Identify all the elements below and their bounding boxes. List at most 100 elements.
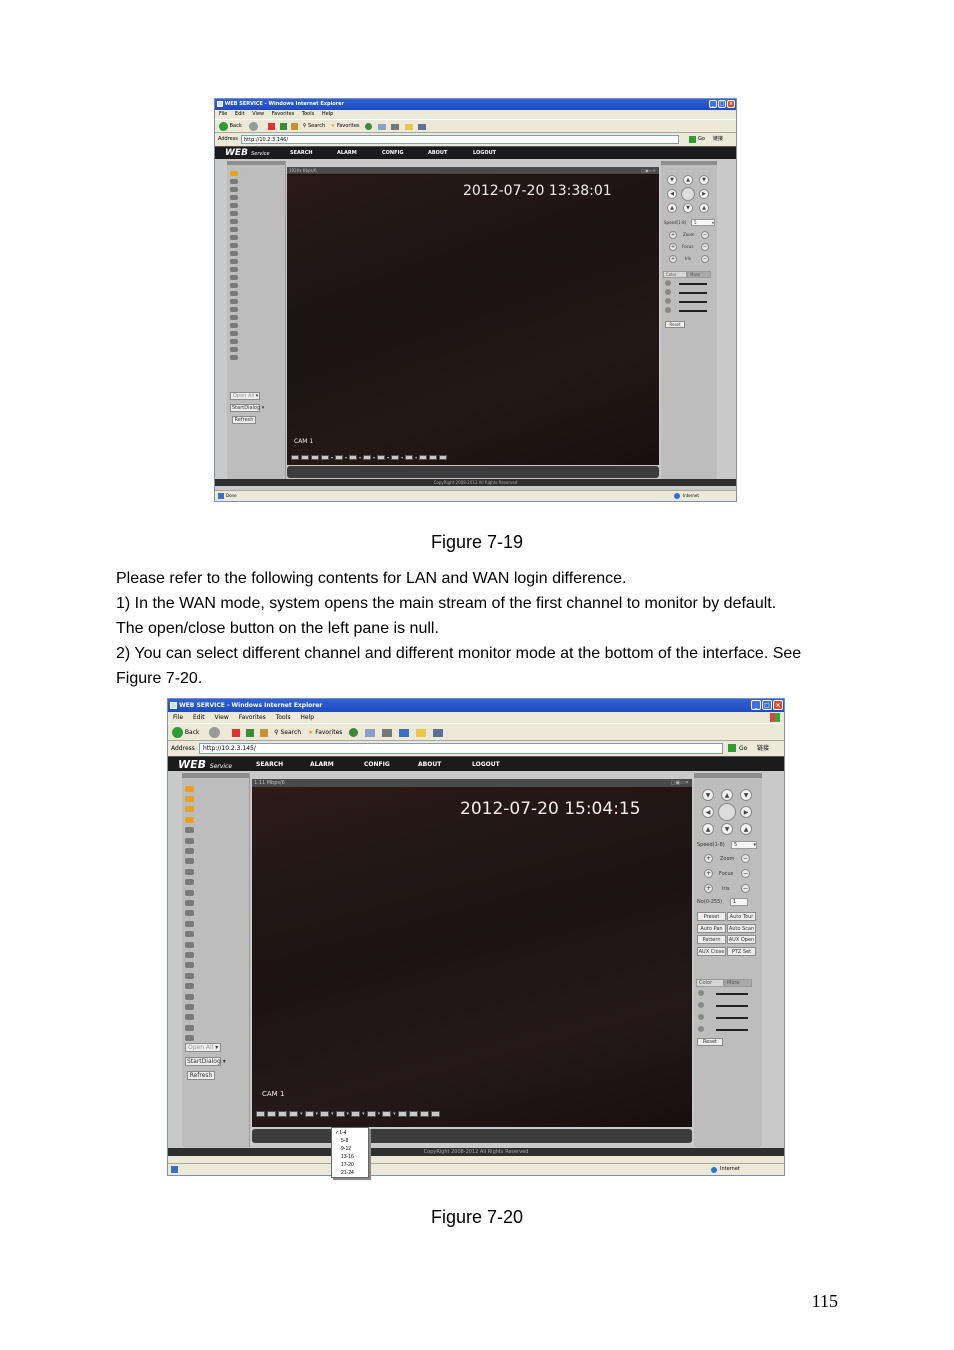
video-window-controls[interactable]: ▢▣▭✕	[671, 779, 689, 787]
go-label[interactable]: Go	[698, 134, 705, 145]
video-tool-icon[interactable]	[289, 1111, 298, 1117]
chevron-down-icon[interactable]: ▾	[345, 455, 347, 460]
channel-list-item[interactable]	[230, 283, 238, 289]
video-tool-icon[interactable]	[335, 455, 344, 460]
channel-list-item[interactable]	[230, 259, 238, 265]
messenger-icon[interactable]	[418, 123, 427, 130]
channel-group-option[interactable]: 21-24	[335, 1169, 365, 1177]
favorites-star-icon[interactable]: ★	[331, 120, 335, 133]
channel-list-item[interactable]	[230, 243, 238, 249]
iris-close-button[interactable]: −	[741, 884, 750, 893]
channel-list-item[interactable]	[230, 251, 238, 257]
video-feed[interactable]	[252, 787, 692, 1127]
menu-help[interactable]: Help	[322, 110, 333, 119]
print-icon[interactable]	[391, 123, 400, 130]
ptz-down-button[interactable]: ▼	[683, 203, 693, 213]
home-icon[interactable]	[291, 123, 299, 130]
stop-icon[interactable]	[232, 728, 241, 737]
channel-group-option[interactable]: 13-16	[335, 1153, 365, 1161]
refresh-button[interactable]: Refresh	[187, 1071, 215, 1080]
open-all-button[interactable]: Open All ▾	[185, 1043, 221, 1052]
channel-list-item[interactable]	[185, 983, 194, 990]
menu-help[interactable]: Help	[300, 712, 314, 723]
video-tool-icon[interactable]	[366, 1111, 376, 1117]
channel-list-item[interactable]	[230, 307, 238, 313]
maximize-icon[interactable]: □	[762, 700, 772, 710]
channel-list-item[interactable]	[230, 347, 238, 353]
channel-list-item[interactable]	[185, 1035, 194, 1042]
color-slider[interactable]	[716, 1005, 748, 1007]
channel-list-item[interactable]	[230, 315, 238, 321]
channel-list-item[interactable]	[230, 299, 238, 305]
video-window-controls[interactable]: ▢▣▭✕	[641, 167, 656, 174]
history-icon[interactable]	[365, 123, 373, 130]
video-tool-icon[interactable]	[439, 455, 448, 460]
color-tab[interactable]: Color	[663, 271, 687, 278]
channel-list-item[interactable]	[230, 267, 238, 273]
chevron-down-icon[interactable]: ▾	[316, 1111, 319, 1117]
color-slider[interactable]	[679, 301, 707, 303]
channel-1[interactable]: Main	[230, 171, 252, 177]
chevron-down-icon[interactable]: ▾	[347, 1111, 350, 1117]
minimize-icon[interactable]: _	[709, 100, 717, 108]
channel-list-item[interactable]	[230, 219, 238, 225]
chevron-down-icon[interactable]: ▾	[415, 455, 417, 460]
channel-list-item[interactable]	[185, 795, 194, 802]
channel-list-item[interactable]	[185, 1003, 194, 1010]
channel-list-item[interactable]	[230, 235, 238, 241]
video-tool-icon[interactable]	[419, 1111, 429, 1117]
close-icon[interactable]: ×	[773, 700, 783, 710]
channel-list-item[interactable]	[185, 899, 194, 906]
search-icon[interactable]: ⚲	[274, 724, 278, 741]
ptz-down-button[interactable]: ▼	[721, 823, 733, 835]
focus-near-button[interactable]: +	[669, 243, 677, 251]
color-slider[interactable]	[679, 283, 707, 285]
ptz-up-button[interactable]: ▲	[721, 789, 733, 801]
menu-view[interactable]: View	[252, 110, 264, 119]
ptz-down-left-button[interactable]: ▲	[667, 203, 677, 213]
stop-icon[interactable]	[267, 123, 275, 130]
color-slider[interactable]	[716, 993, 748, 995]
channel-list-item[interactable]	[185, 941, 194, 948]
video-tool-icon[interactable]	[311, 455, 319, 460]
auto-pan-button[interactable]: Auto Pan	[697, 923, 726, 933]
address-input[interactable]: http://10.2.3.146/	[241, 135, 679, 144]
refresh-icon[interactable]	[279, 123, 287, 130]
ptz-left-button[interactable]: ◀	[702, 806, 714, 818]
preset-number-input[interactable]: 1	[730, 898, 748, 906]
go-label[interactable]: Go	[739, 742, 747, 755]
links-label[interactable]: 链接	[757, 742, 769, 755]
ptz-down-left-button[interactable]: ▲	[702, 823, 714, 835]
home-icon[interactable]	[260, 728, 269, 737]
video-tool-icon[interactable]	[320, 1111, 330, 1117]
video-tool-icon[interactable]	[304, 1111, 314, 1117]
channel-group-option[interactable]: 17-20	[335, 1161, 365, 1169]
menu-edit[interactable]: Edit	[235, 110, 245, 119]
channel-list-item[interactable]	[185, 951, 194, 958]
channel-list-item[interactable]	[230, 211, 238, 217]
zoom-out-button[interactable]: −	[701, 231, 709, 239]
edit-icon[interactable]	[399, 728, 410, 737]
ptz-up-button[interactable]: ▲	[683, 175, 693, 185]
channel-list-item[interactable]	[185, 879, 194, 886]
menu-view[interactable]: View	[215, 712, 229, 723]
aux-close-button[interactable]: AUX Close	[697, 946, 726, 956]
channel-list-item[interactable]	[230, 187, 238, 193]
channel-list-item[interactable]	[230, 291, 238, 297]
back-arrow-icon[interactable]	[219, 122, 228, 131]
maximize-icon[interactable]: □	[718, 100, 726, 108]
video-tool-icon[interactable]	[335, 1111, 345, 1117]
refresh-button[interactable]: Refresh	[232, 416, 256, 424]
forward-arrow-icon[interactable]	[209, 727, 221, 738]
ptz-up-right-button[interactable]: ▼	[699, 175, 709, 185]
video-tool-icon[interactable]	[405, 455, 414, 460]
nav-search[interactable]: SEARCH	[256, 757, 283, 772]
ptz-up-left-button[interactable]: ▼	[702, 789, 714, 801]
menu-tools[interactable]: Tools	[302, 110, 314, 119]
zoom-in-button[interactable]: +	[669, 231, 677, 239]
nav-alarm[interactable]: ALARM	[310, 757, 334, 772]
video-tool-icon[interactable]	[363, 455, 372, 460]
color-slider[interactable]	[679, 310, 707, 312]
channel-list-item[interactable]	[185, 1024, 194, 1031]
channel-list-item[interactable]	[185, 785, 194, 792]
